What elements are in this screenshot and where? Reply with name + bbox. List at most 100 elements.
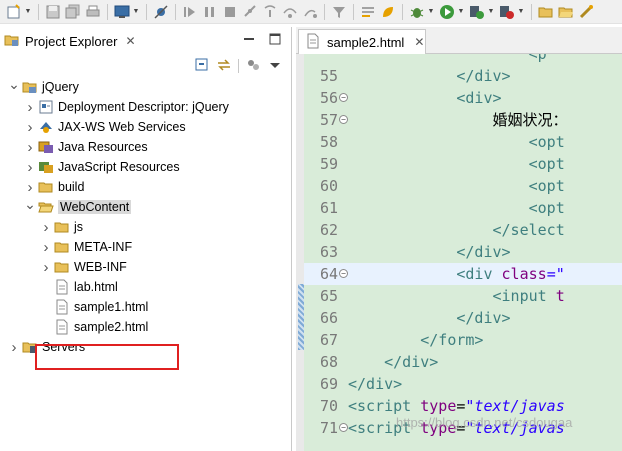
collapsed-chevron-icon[interactable]: › (24, 157, 36, 177)
code-token: </div> (456, 309, 511, 327)
code-text: <input t (348, 285, 565, 307)
tree-node-jquery[interactable]: ⌄ jQuery (8, 74, 79, 97)
tree-node-deployment-descriptor-jquery[interactable]: › Deployment Descriptor: jQuery (24, 97, 229, 117)
save-icon[interactable] (45, 4, 61, 20)
filters-icon[interactable] (245, 57, 261, 76)
line-number: 64 (319, 265, 338, 283)
line-number: 56 (319, 89, 338, 107)
collapsed-chevron-icon[interactable]: › (24, 137, 36, 157)
spring-icon[interactable] (380, 4, 396, 20)
code-line[interactable]: 58 <opt (304, 131, 622, 153)
collapsed-chevron-icon[interactable]: › (8, 337, 20, 357)
maximize-icon[interactable] (269, 33, 281, 48)
tree-node-js[interactable]: › js (40, 217, 84, 237)
task-list-icon[interactable] (360, 4, 376, 20)
code-line[interactable]: 67 </form> (304, 329, 622, 351)
stop-server-dropdown-icon[interactable]: ▼ (517, 4, 525, 20)
html-file-icon (305, 33, 321, 52)
tree-node-sample1-html[interactable]: sample1.html (40, 297, 148, 317)
tree-node-webcontent[interactable]: ⌄ WebContent (24, 194, 132, 217)
suspend-icon[interactable] (202, 4, 218, 20)
editor-tab-label: sample2.html (327, 34, 405, 50)
step-into-icon[interactable] (262, 4, 278, 20)
collapsed-chevron-icon[interactable]: › (40, 257, 52, 277)
code-line[interactable]: 70 <script type="text/javas (304, 395, 622, 417)
link-with-editor-icon[interactable] (216, 57, 232, 76)
code-line[interactable]: 66 </div> (304, 307, 622, 329)
code-token: <p (528, 54, 547, 63)
tree-node-java-resources[interactable]: › Java Resources (24, 137, 148, 157)
stop-server-icon[interactable] (499, 4, 515, 20)
collapsed-chevron-icon[interactable]: › (40, 217, 52, 237)
terminal-dropdown-icon[interactable]: ▼ (132, 4, 140, 20)
terminate-icon[interactable] (222, 4, 238, 20)
close-icon[interactable]: ✕ (414, 35, 424, 49)
code-line[interactable]: 65 <input t (304, 285, 622, 307)
line-number: 69 (319, 375, 338, 393)
tree-node-jax-ws-web-services[interactable]: › JAX-WS Web Services (24, 117, 186, 137)
view-menu-icon[interactable] (267, 57, 283, 76)
editor-tab-sample2[interactable]: sample2.html ✕ (298, 29, 426, 54)
debug-icon[interactable] (409, 4, 425, 20)
resume-icon[interactable] (182, 4, 198, 20)
fold-toggle-icon[interactable]: − (339, 269, 348, 278)
code-line[interactable]: <p (304, 54, 622, 65)
new-icon[interactable] (6, 3, 22, 20)
minimize-icon[interactable] (243, 33, 255, 48)
red-highlight-box (35, 344, 179, 370)
fold-toggle-icon[interactable]: − (339, 115, 348, 124)
code-line[interactable]: 57− 婚姻状况： (304, 109, 622, 131)
tree-node-label: JavaScript Resources (58, 160, 180, 174)
run-icon[interactable] (439, 4, 455, 20)
code-token: type (420, 397, 457, 415)
tree-node-meta-inf[interactable]: › META-INF (40, 237, 133, 257)
fold-toggle-icon[interactable]: − (339, 423, 348, 432)
code-line[interactable]: 61 <opt (304, 197, 622, 219)
disconnect-icon[interactable] (242, 4, 258, 20)
code-line[interactable]: 55 </div> (304, 65, 622, 87)
run-dropdown-icon[interactable]: ▼ (457, 4, 465, 20)
collapsed-chevron-icon[interactable]: › (40, 237, 52, 257)
code-line[interactable]: 63 </div> (304, 241, 622, 263)
tree-node-web-inf[interactable]: › WEB-INF (40, 257, 127, 277)
code-area[interactable]: <p 55 </div> 56− <div> 57− 婚姻状况： 58 <opt 59 <… (304, 54, 622, 451)
code-token: t (555, 287, 565, 305)
step-return-icon[interactable] (302, 4, 318, 20)
collapsed-chevron-icon[interactable]: › (24, 97, 36, 117)
open-project-icon[interactable] (538, 4, 554, 20)
close-icon[interactable]: ✕ (125, 34, 135, 48)
fold-toggle-icon[interactable]: − (339, 93, 348, 102)
tree-node-lab-html[interactable]: lab.html (40, 277, 118, 297)
open-folder-icon[interactable] (558, 4, 574, 20)
code-line[interactable]: 60 <opt (304, 175, 622, 197)
collapse-all-icon[interactable] (194, 57, 210, 76)
code-line[interactable]: 56− <div> (304, 87, 622, 109)
print-icon[interactable] (85, 4, 101, 20)
tree-node-sample2-html[interactable]: sample2.html (40, 317, 148, 337)
expanded-chevron-icon[interactable]: ⌄ (8, 74, 20, 94)
code-line[interactable]: 68 </div> (304, 351, 622, 373)
terminal-icon[interactable] (114, 4, 130, 20)
code-line[interactable]: 69 </div> (304, 373, 622, 395)
debug-dropdown-icon[interactable]: ▼ (427, 4, 435, 20)
code-token: "text/javas (465, 397, 565, 415)
run-server-icon[interactable] (469, 4, 485, 20)
expanded-chevron-icon[interactable]: ⌄ (24, 194, 36, 214)
code-line[interactable]: 62 </select (304, 219, 622, 241)
new-dropdown-icon[interactable]: ▼ (24, 4, 32, 20)
project-explorer-title[interactable]: Project Explorer (25, 34, 117, 49)
wand-icon[interactable] (578, 4, 594, 20)
skip-breakpoints-icon[interactable] (153, 4, 169, 20)
code-line[interactable]: 64− <div class=" (304, 263, 622, 285)
html-file-icon (54, 279, 70, 295)
save-all-icon[interactable] (65, 4, 81, 20)
use-step-filters-icon[interactable] (331, 4, 347, 20)
collapsed-chevron-icon[interactable]: › (24, 117, 36, 137)
code-line[interactable]: 59 <opt (304, 153, 622, 175)
tree-node-javascript-resources[interactable]: › JavaScript Resources (24, 157, 180, 177)
code-token: <script (348, 397, 421, 415)
step-over-icon[interactable] (282, 4, 298, 20)
run-server-dropdown-icon[interactable]: ▼ (487, 4, 495, 20)
